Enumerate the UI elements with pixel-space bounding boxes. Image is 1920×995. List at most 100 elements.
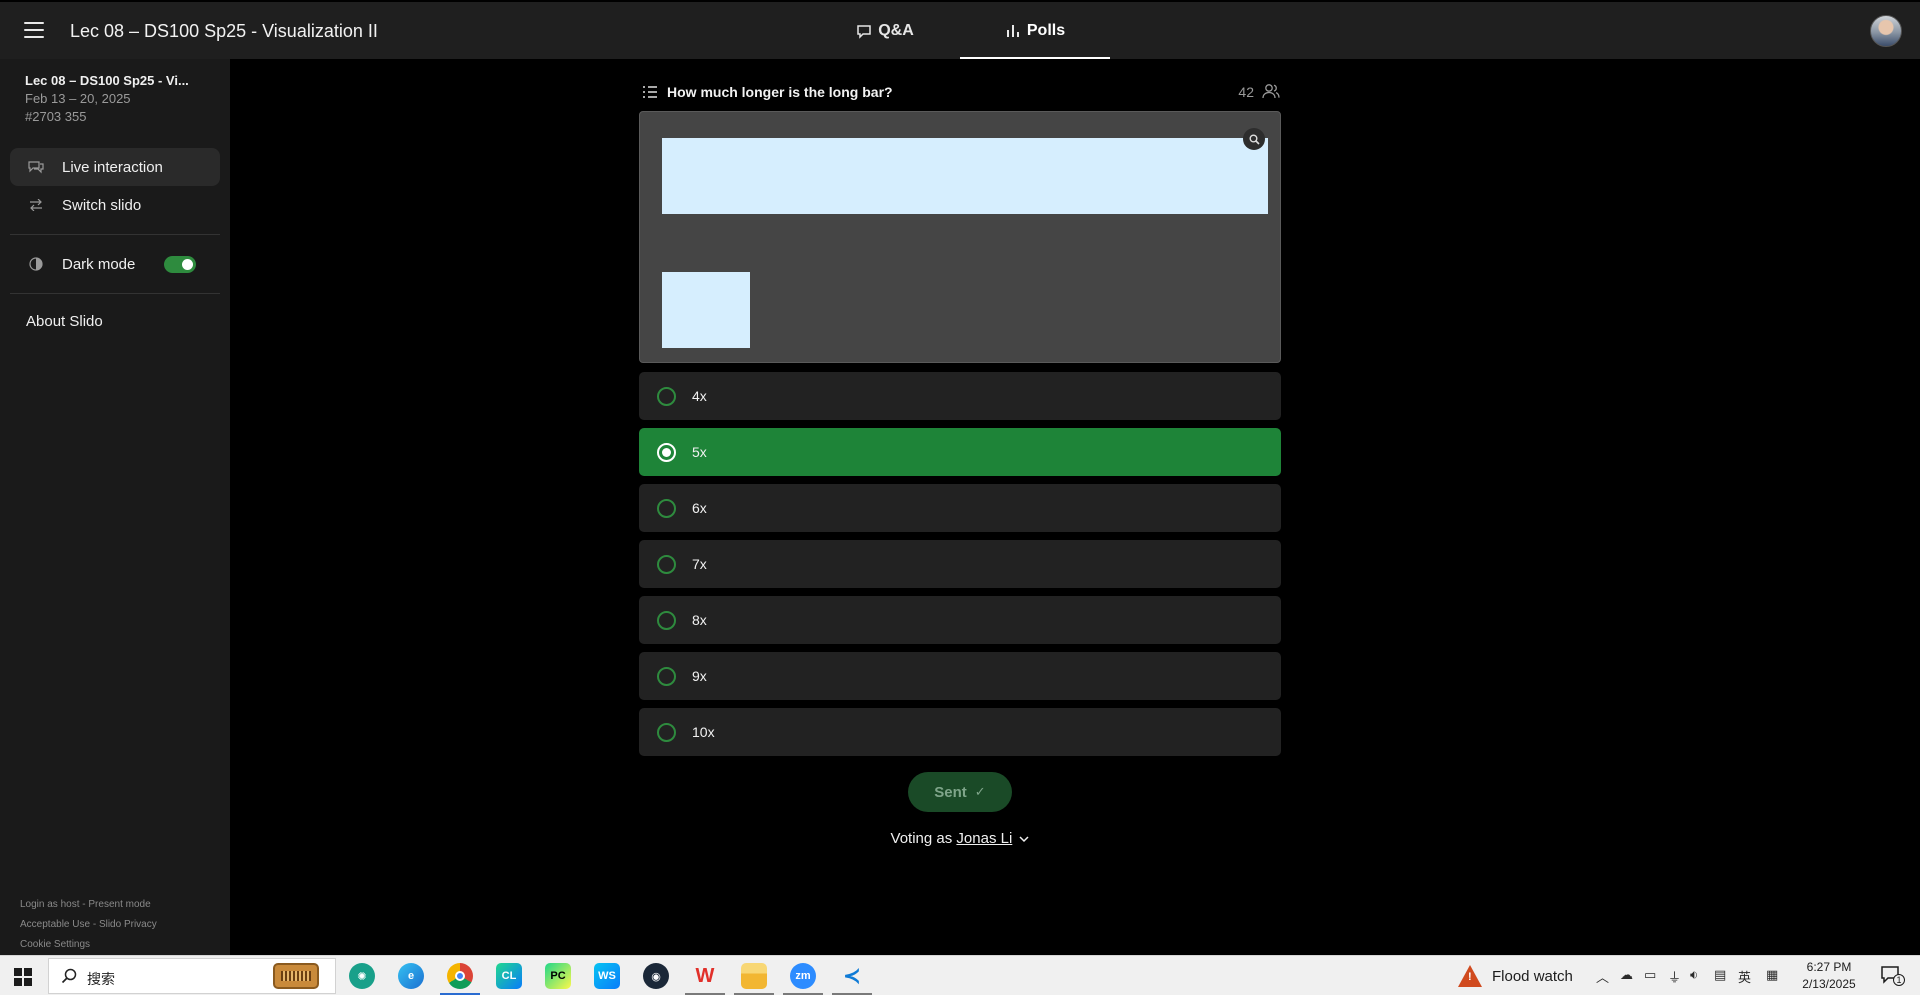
usb-icon[interactable]: ⏚: [1668, 967, 1681, 986]
weather-alert[interactable]: Flood watch: [1458, 965, 1573, 987]
present-mode-link[interactable]: Present mode: [88, 899, 150, 910]
zoom-image-button[interactable]: [1243, 128, 1265, 150]
network-icon[interactable]: ▤: [1714, 967, 1726, 983]
option-radio[interactable]: [657, 554, 676, 574]
clock-time: 6:27 PM: [1806, 960, 1852, 974]
poll-image: [639, 111, 1281, 363]
sent-label: Sent: [934, 783, 967, 801]
option-label: 10x: [692, 724, 715, 740]
chatgpt-icon: ✺: [349, 963, 375, 989]
sidebar: Lec 08 – DS100 Sp25 - Vi... Feb 13 – 20,…: [0, 59, 230, 955]
voter-name-link[interactable]: Jonas Li: [956, 830, 1012, 847]
option-label: 8x: [692, 612, 707, 628]
ime-language-indicator[interactable]: 英: [1738, 967, 1751, 986]
battery-icon[interactable]: ▭: [1644, 967, 1656, 983]
option-radio[interactable]: [657, 666, 676, 686]
sidebar-event-code: #2703 355: [25, 109, 87, 124]
sidebar-divider: [10, 293, 220, 294]
poll-option-10x[interactable]: 10x: [639, 708, 1281, 756]
top-bar: Lec 08 – DS100 Sp25 - Visualization II Q…: [0, 0, 1920, 59]
chevron-up-icon[interactable]: ︿: [1596, 967, 1609, 986]
taskbar-chatgpt[interactable]: ✺: [340, 959, 384, 993]
file-explorer-icon: [741, 963, 767, 989]
footer-host-row: Login as host - Present mode: [20, 899, 151, 910]
dark-mode-toggle[interactable]: [164, 256, 196, 273]
notification-center-icon[interactable]: 1: [1880, 965, 1906, 987]
hamburger-menu-icon[interactable]: [24, 22, 44, 38]
sidebar-item-label: Live interaction: [62, 158, 163, 176]
privacy-link[interactable]: Slido Privacy: [99, 919, 157, 930]
option-label: 9x: [692, 668, 707, 684]
windows-start-icon[interactable]: [14, 968, 32, 986]
sidebar-event-dates: Feb 13 – 20, 2025: [25, 91, 131, 106]
poll-option-9x[interactable]: 9x: [639, 652, 1281, 700]
option-radio[interactable]: [657, 498, 676, 518]
taskbar-pycharm[interactable]: PC: [536, 959, 580, 993]
sidebar-item-label: Switch slido: [62, 196, 142, 214]
search-icon: [61, 968, 77, 984]
chat-bubble-icon: [857, 24, 871, 39]
option-label: 5x: [692, 444, 707, 460]
sidebar-item-dark-mode: Dark mode: [10, 245, 160, 283]
search-placeholder: 搜索: [87, 971, 115, 987]
dark-mode-icon: [26, 257, 46, 271]
poll-option-7x[interactable]: 7x: [639, 540, 1281, 588]
taskbar-chrome[interactable]: [438, 959, 482, 995]
option-radio[interactable]: [657, 610, 676, 630]
option-radio[interactable]: [657, 442, 676, 462]
poll-option-8x[interactable]: 8x: [639, 596, 1281, 644]
tab-polls[interactable]: Polls: [960, 2, 1110, 59]
webstorm-icon: WS: [594, 963, 620, 989]
ime-grid-icon[interactable]: ▦: [1766, 967, 1778, 983]
option-label: 4x: [692, 388, 707, 404]
user-avatar[interactable]: [1870, 15, 1902, 47]
wps-icon: W: [695, 964, 715, 987]
toggle-knob: [182, 259, 193, 270]
taskbar-search-box[interactable]: 搜索: [48, 958, 336, 994]
short-bar: [662, 272, 750, 348]
tab-qa[interactable]: Q&A: [850, 2, 920, 59]
taskbar-clion[interactable]: CL: [487, 959, 531, 993]
taskbar-zoom[interactable]: zm: [781, 959, 825, 995]
footer-policy-row: Acceptable Use - Slido Privacy: [20, 919, 157, 930]
sidebar-event-name: Lec 08 – DS100 Sp25 - Vi...: [25, 73, 189, 88]
tab-polls-label: Polls: [1026, 21, 1066, 39]
sent-button[interactable]: Sent ✓: [908, 772, 1012, 812]
warning-icon: [1458, 965, 1482, 987]
participant-count: 42: [1238, 84, 1254, 100]
chrome-icon: [447, 963, 473, 989]
poll-option-6x[interactable]: 6x: [639, 484, 1281, 532]
taskbar-file-explorer[interactable]: [732, 959, 776, 995]
cloud-icon[interactable]: ☁: [1620, 967, 1633, 983]
poll-option-5x[interactable]: 5x: [639, 428, 1281, 476]
sidebar-item-switch-slido[interactable]: Switch slido: [10, 186, 220, 224]
sidebar-item-live-interaction[interactable]: Live interaction: [10, 148, 220, 186]
login-as-host-link[interactable]: Login as host: [20, 899, 80, 910]
clock-date: 2/13/2025: [1802, 977, 1856, 991]
search-highlight-radio-icon: [273, 963, 319, 989]
cookie-settings-link[interactable]: Cookie Settings: [20, 939, 90, 950]
about-slido-link[interactable]: About Slido: [26, 313, 103, 330]
voting-as-row: Voting as Jonas Li: [640, 830, 1280, 847]
pycharm-icon: PC: [545, 963, 571, 989]
acceptable-use-link[interactable]: Acceptable Use: [20, 919, 90, 930]
chevron-down-icon[interactable]: [1019, 835, 1029, 843]
taskbar-steam[interactable]: ◉: [634, 959, 678, 993]
speaker-icon[interactable]: 🔉︎: [1690, 967, 1698, 983]
edge-icon: e: [398, 963, 424, 989]
tab-qa-label: Q&A: [878, 21, 914, 39]
taskbar-vscode[interactable]: ≺: [830, 959, 874, 995]
windows-taskbar: 搜索 ✺ e CL PC WS ◉ W zm ≺ Flood watch ︿ ☁…: [0, 955, 1920, 995]
participants-icon: [1262, 84, 1280, 99]
poll-header: How much longer is the long bar? 42: [640, 82, 1280, 104]
taskbar-webstorm[interactable]: WS: [585, 959, 629, 993]
option-label: 6x: [692, 500, 707, 516]
taskbar-wps[interactable]: W: [683, 959, 727, 995]
taskbar-clock[interactable]: 6:27 PM 2/13/2025: [1794, 959, 1864, 993]
magnifier-icon: [1249, 134, 1260, 145]
taskbar-edge[interactable]: e: [389, 959, 433, 993]
long-bar: [662, 138, 1268, 214]
option-radio[interactable]: [657, 386, 676, 406]
option-radio[interactable]: [657, 722, 676, 742]
poll-option-4x[interactable]: 4x: [639, 372, 1281, 420]
